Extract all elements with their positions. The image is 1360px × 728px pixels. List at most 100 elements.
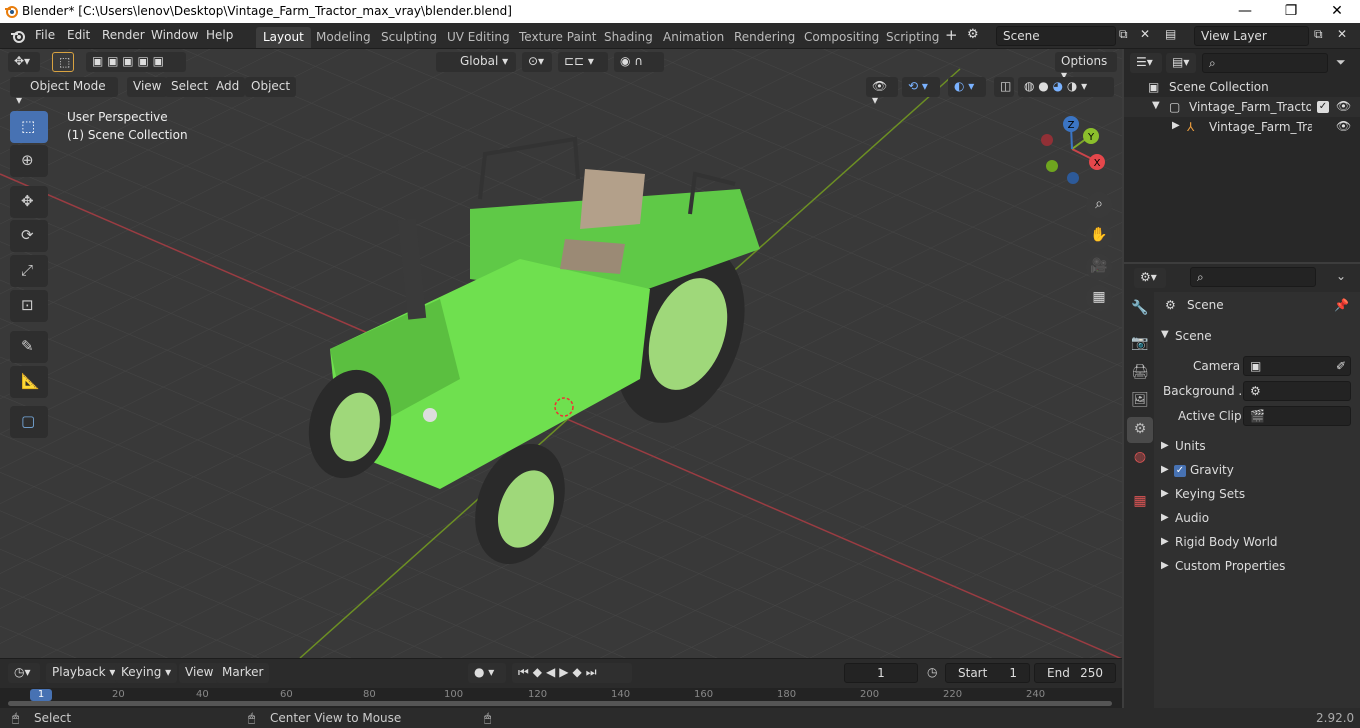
gravity-panel-header[interactable]: ✓ Gravity [1174, 463, 1234, 477]
overlay-toggle-icon[interactable]: ◐ ▾ [948, 77, 986, 97]
outliner-scene-collection[interactable]: ▣ Scene Collection [1124, 77, 1360, 97]
active-clip-field[interactable]: 🎬 [1243, 406, 1351, 426]
xray-toggle-icon[interactable]: ◫ [994, 77, 1014, 97]
timeline-scrollbar[interactable] [8, 701, 1112, 706]
preview-range-icon[interactable]: ◷ [927, 665, 937, 679]
texture-tab-icon[interactable]: ▦ [1127, 489, 1153, 515]
timeline-view-menu[interactable]: View [179, 663, 220, 683]
render-tab-icon[interactable]: 📷 [1127, 331, 1153, 357]
end-frame-field[interactable]: End 250 [1034, 663, 1116, 683]
cursor-tool-icon[interactable]: ⊕ [10, 145, 48, 177]
filter-icon[interactable]: ⏷ [1336, 55, 1346, 70]
outliner-editor-type-icon[interactable]: ☰▾ [1130, 53, 1162, 73]
selection-mode-icons[interactable]: ▣ ▣ ▣ ▣ ▣ [86, 52, 186, 72]
playback-menu[interactable]: Playback ▾ [46, 663, 122, 683]
visibility-icon[interactable]: 👁▾ [866, 77, 898, 107]
camera-view-icon[interactable]: 🎥 [1086, 254, 1112, 280]
eyedropper-icon[interactable]: ✐ [1336, 359, 1346, 373]
pan-hand-icon[interactable]: ✋ [1086, 223, 1112, 249]
props-options-icon[interactable]: ⌄ [1336, 269, 1346, 283]
exclude-checkbox[interactable]: ✓ [1317, 101, 1329, 113]
editor-type-icon[interactable]: ✥▾ [8, 52, 40, 72]
close-button[interactable]: ✕ [1314, 0, 1360, 23]
expand-arrow-icon[interactable]: ▶ [1161, 512, 1169, 523]
record-icon[interactable]: ● ▾ [468, 663, 506, 683]
transform-orientation-select[interactable]: Global ▾ [436, 52, 516, 72]
world-tab-icon[interactable]: ◍ [1127, 445, 1153, 471]
expand-arrow-icon[interactable]: ▶ [1161, 560, 1169, 571]
view-layer-field[interactable]: View Layer [1194, 26, 1309, 46]
playback-controls[interactable]: ⏮◆◀▶◆⏭ [512, 663, 632, 683]
menu-file[interactable]: File [35, 28, 55, 42]
shading-mode-icons[interactable]: ◍ ● ◕ ◑ ▾ [1018, 77, 1114, 97]
expand-arrow-icon[interactable]: ▶ [1172, 120, 1180, 131]
expand-arrow-icon[interactable]: ▶ [1161, 536, 1169, 547]
select-tool-icon[interactable]: ⬚ [52, 52, 74, 72]
visibility-eye-icon[interactable]: 👁 [1336, 99, 1351, 113]
scene-selector-icon[interactable]: ⚙ [967, 27, 979, 42]
view-layer-icon[interactable]: ▤ [1165, 27, 1176, 41]
add-cube-tool-icon[interactable]: ▢ [10, 406, 48, 438]
gizmo-toggle-icon[interactable]: ⟲ ▾ [902, 77, 940, 97]
menu-select[interactable]: Select [165, 77, 215, 97]
menu-object[interactable]: Object [245, 77, 297, 97]
outliner-item[interactable]: ▶ ⅄ Vintage_Farm_Tracto 👁 [1124, 117, 1360, 137]
background-scene-field[interactable]: ⚙ [1243, 381, 1351, 401]
timeline-marker-menu[interactable]: Marker [216, 663, 270, 683]
pivot-point-icon[interactable]: ⊙▾ [522, 52, 552, 72]
menu-view[interactable]: View [127, 77, 168, 97]
select-box-tool-icon[interactable]: ⬚ [10, 111, 48, 143]
visibility-eye-icon[interactable]: 👁 [1336, 119, 1351, 133]
outliner-item[interactable]: ▼ ▢ Vintage_Farm_Tractor_0 ✓ 👁 [1124, 97, 1360, 117]
zoom-icon[interactable]: ⌕ [1086, 192, 1112, 218]
tab-rendering[interactable]: Rendering [727, 27, 802, 48]
tab-shading[interactable]: Shading [597, 27, 660, 48]
remove-scene-icon[interactable]: ✕ [1140, 27, 1150, 41]
mode-select[interactable]: Object Mode ▾ [10, 77, 118, 107]
expand-arrow-icon[interactable]: ▶ [1161, 440, 1169, 451]
tab-sculpting[interactable]: Sculpting [374, 27, 444, 48]
menu-help[interactable]: Help [206, 28, 233, 42]
tab-compositing[interactable]: Compositing [797, 27, 886, 48]
menu-edit[interactable]: Edit [67, 28, 90, 42]
expand-arrow-icon[interactable]: ▶ [1161, 488, 1169, 499]
output-tab-icon[interactable]: 🖨 [1127, 360, 1153, 386]
menu-window[interactable]: Window [151, 28, 198, 42]
units-panel-header[interactable]: Units [1175, 439, 1206, 453]
annotate-tool-icon[interactable]: ✎ [10, 331, 48, 363]
move-tool-icon[interactable]: ✥ [10, 186, 48, 218]
tab-layout[interactable]: Layout [256, 27, 311, 48]
tool-tab-icon[interactable]: 🔧 [1127, 296, 1153, 322]
audio-panel-header[interactable]: Audio [1175, 511, 1209, 525]
props-search-input[interactable]: ⌕ [1190, 267, 1316, 287]
proportional-edit-icon[interactable]: ◉ ∩ [614, 52, 664, 72]
tab-texture-paint[interactable]: Texture Paint [512, 27, 603, 48]
camera-field[interactable]: ▣ ✐ [1243, 356, 1351, 376]
menu-render[interactable]: Render [102, 28, 145, 42]
minimize-button[interactable]: — [1222, 0, 1268, 23]
timeline-ruler[interactable]: 1 20 40 60 80 100 120 140 160 180 200 22… [0, 688, 1122, 708]
timeline-editor-type-icon[interactable]: ◷▾ [8, 663, 40, 683]
rigid-body-panel-header[interactable]: Rigid Body World [1175, 535, 1278, 549]
collapse-arrow-icon[interactable]: ▼ [1161, 329, 1169, 340]
display-mode-icon[interactable]: ▤▾ [1166, 53, 1196, 73]
rotate-tool-icon[interactable]: ⟳ [10, 220, 48, 252]
new-view-layer-icon[interactable]: ⧉ [1314, 27, 1323, 42]
tab-modeling[interactable]: Modeling [309, 27, 378, 48]
keying-menu[interactable]: Keying ▾ [115, 663, 178, 683]
new-scene-icon[interactable]: ⧉ [1119, 27, 1128, 42]
scale-tool-icon[interactable]: ⤢ [10, 255, 48, 287]
navigation-gizmo[interactable]: X Y Z [1038, 112, 1110, 188]
props-editor-type-icon[interactable]: ⚙▾ [1134, 268, 1166, 288]
current-frame-field[interactable]: 1 [844, 663, 918, 683]
scene-panel-header[interactable]: Scene [1175, 329, 1212, 343]
gravity-checkbox[interactable]: ✓ [1174, 464, 1186, 477]
pin-icon[interactable]: 📌 [1334, 298, 1349, 312]
start-frame-field[interactable]: Start 1 [945, 663, 1030, 683]
tab-animation[interactable]: Animation [656, 27, 731, 48]
options-dropdown[interactable]: Options ▾ [1055, 52, 1117, 82]
blender-menu-icon[interactable] [10, 28, 26, 44]
ortho-toggle-icon[interactable]: ▦ [1086, 285, 1112, 311]
custom-properties-panel-header[interactable]: Custom Properties [1175, 559, 1285, 573]
scene-field[interactable]: Scene [996, 26, 1116, 46]
